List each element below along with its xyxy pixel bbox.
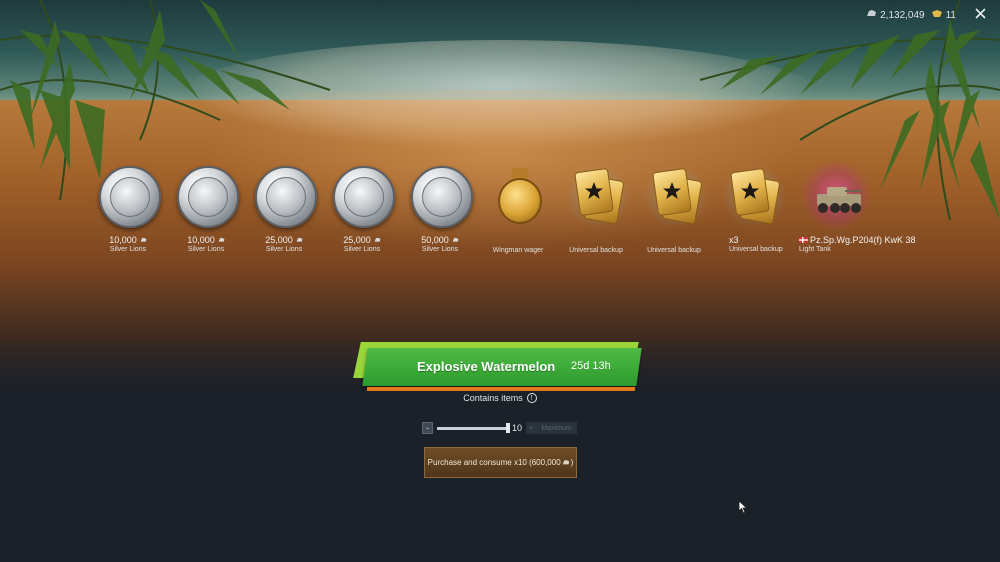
- close-button[interactable]: [970, 5, 990, 25]
- reward-amount: [639, 235, 709, 246]
- banner-underline: [366, 387, 636, 391]
- silver-lion-icon: [218, 235, 225, 245]
- reward-item[interactable]: 10,000 Silver Lions: [171, 160, 249, 253]
- reward-amount: 25,000: [327, 235, 397, 245]
- reward-amount: [483, 235, 553, 246]
- silver-amount: 2,132,049: [880, 9, 925, 21]
- maximum-button[interactable]: Maximum: [536, 422, 577, 434]
- silver-lion-coin-icon: [407, 160, 477, 230]
- reward-label: Light Tank: [799, 246, 831, 253]
- reward-label: Universal backup: [729, 246, 783, 253]
- reward-amount: 50,000: [405, 235, 475, 245]
- backup-cards-icon: [641, 160, 711, 230]
- reward-label: Silver Lions: [421, 246, 459, 253]
- reward-amount: 10,000: [93, 235, 163, 245]
- reward-label: Silver Lions: [265, 246, 303, 253]
- silver-lion-coin-icon: [173, 160, 243, 230]
- silver-lion-icon: [296, 235, 303, 245]
- mouse-cursor-icon: [738, 500, 748, 514]
- reward-label: Universal backup: [569, 247, 623, 254]
- reward-label: Silver Lions: [109, 246, 147, 253]
- gold-balance: 11: [931, 9, 956, 22]
- golden-eagle-icon: [931, 9, 943, 22]
- purchase-label: Purchase and consume x10 (600,000: [427, 458, 561, 467]
- nation-flag-icon: [799, 235, 808, 245]
- reward-item[interactable]: 10,000 Silver Lions: [93, 160, 171, 253]
- backup-cards-icon: [563, 160, 633, 230]
- decrease-button[interactable]: -: [422, 422, 433, 434]
- reward-item[interactable]: Universal backup: [639, 160, 717, 254]
- reward-amount: 25,000: [249, 235, 319, 245]
- silver-lion-coin-icon: [95, 160, 165, 230]
- reward-item[interactable]: 25,000 Silver Lions: [249, 160, 327, 253]
- silver-lion-icon: [866, 9, 877, 21]
- quantity-slider-track[interactable]: [437, 427, 509, 430]
- backup-cards-icon: [719, 160, 789, 230]
- reward-item[interactable]: 50,000 Silver Lions: [405, 160, 483, 253]
- reward-item[interactable]: Universal backup: [561, 160, 639, 254]
- reward-label: Wingman wager: [492, 247, 544, 254]
- wager-medal-icon: [485, 160, 555, 230]
- reward-item[interactable]: Wingman wager: [483, 160, 561, 254]
- silver-lion-icon: [374, 235, 381, 245]
- top-currency-bar: 2,132,049 11: [740, 0, 1000, 30]
- silver-lion-icon: [452, 235, 459, 245]
- info-icon[interactable]: !: [526, 393, 537, 403]
- reward-item[interactable]: x3 Universal backup: [717, 160, 795, 253]
- reward-amount: 10,000: [171, 235, 241, 245]
- silver-balance: 2,132,049: [866, 9, 925, 21]
- reward-label: Silver Lions: [343, 246, 381, 253]
- reward-item[interactable]: Pz.Sp.Wg.P204(f) KwK 38 Light Tank: [799, 160, 919, 253]
- silver-lion-icon: [140, 235, 147, 245]
- contains-items-link[interactable]: Contains items !: [400, 393, 600, 403]
- quantity-value: 10: [512, 423, 523, 433]
- reward-label: Silver Lions: [187, 246, 225, 253]
- event-banner: Explosive Watermelon 25d 13h: [353, 342, 645, 394]
- tank-icon: [801, 160, 871, 230]
- reward-amount: Pz.Sp.Wg.P204(f) KwK 38: [810, 235, 916, 245]
- reward-label: Universal backup: [647, 247, 701, 254]
- purchase-button[interactable]: Purchase and consume x10 (600,000 ): [424, 447, 577, 478]
- purchase-label-close: ): [570, 458, 574, 467]
- reward-amount: x3: [729, 235, 739, 245]
- reward-amount: [561, 235, 631, 246]
- increase-button[interactable]: +: [526, 422, 536, 434]
- event-timer: 25d 13h: [571, 360, 611, 372]
- quantity-selector: - 10 + Maximum: [422, 422, 582, 436]
- silver-lion-coin-icon: [329, 160, 399, 230]
- reward-item[interactable]: 25,000 Silver Lions: [327, 160, 405, 253]
- reward-list: 10,000 Silver Lions 10,000 Silver Lions …: [93, 160, 923, 270]
- silver-lion-coin-icon: [251, 160, 321, 230]
- tank-name-row: Pz.Sp.Wg.P204(f) KwK 38: [799, 235, 919, 245]
- quantity-slider-handle[interactable]: [506, 423, 510, 433]
- gold-amount: 11: [945, 9, 956, 21]
- event-title: Explosive Watermelon: [417, 359, 556, 374]
- silver-lion-icon: [562, 459, 570, 466]
- close-icon: [974, 8, 986, 22]
- contains-items-label: Contains items: [463, 393, 523, 403]
